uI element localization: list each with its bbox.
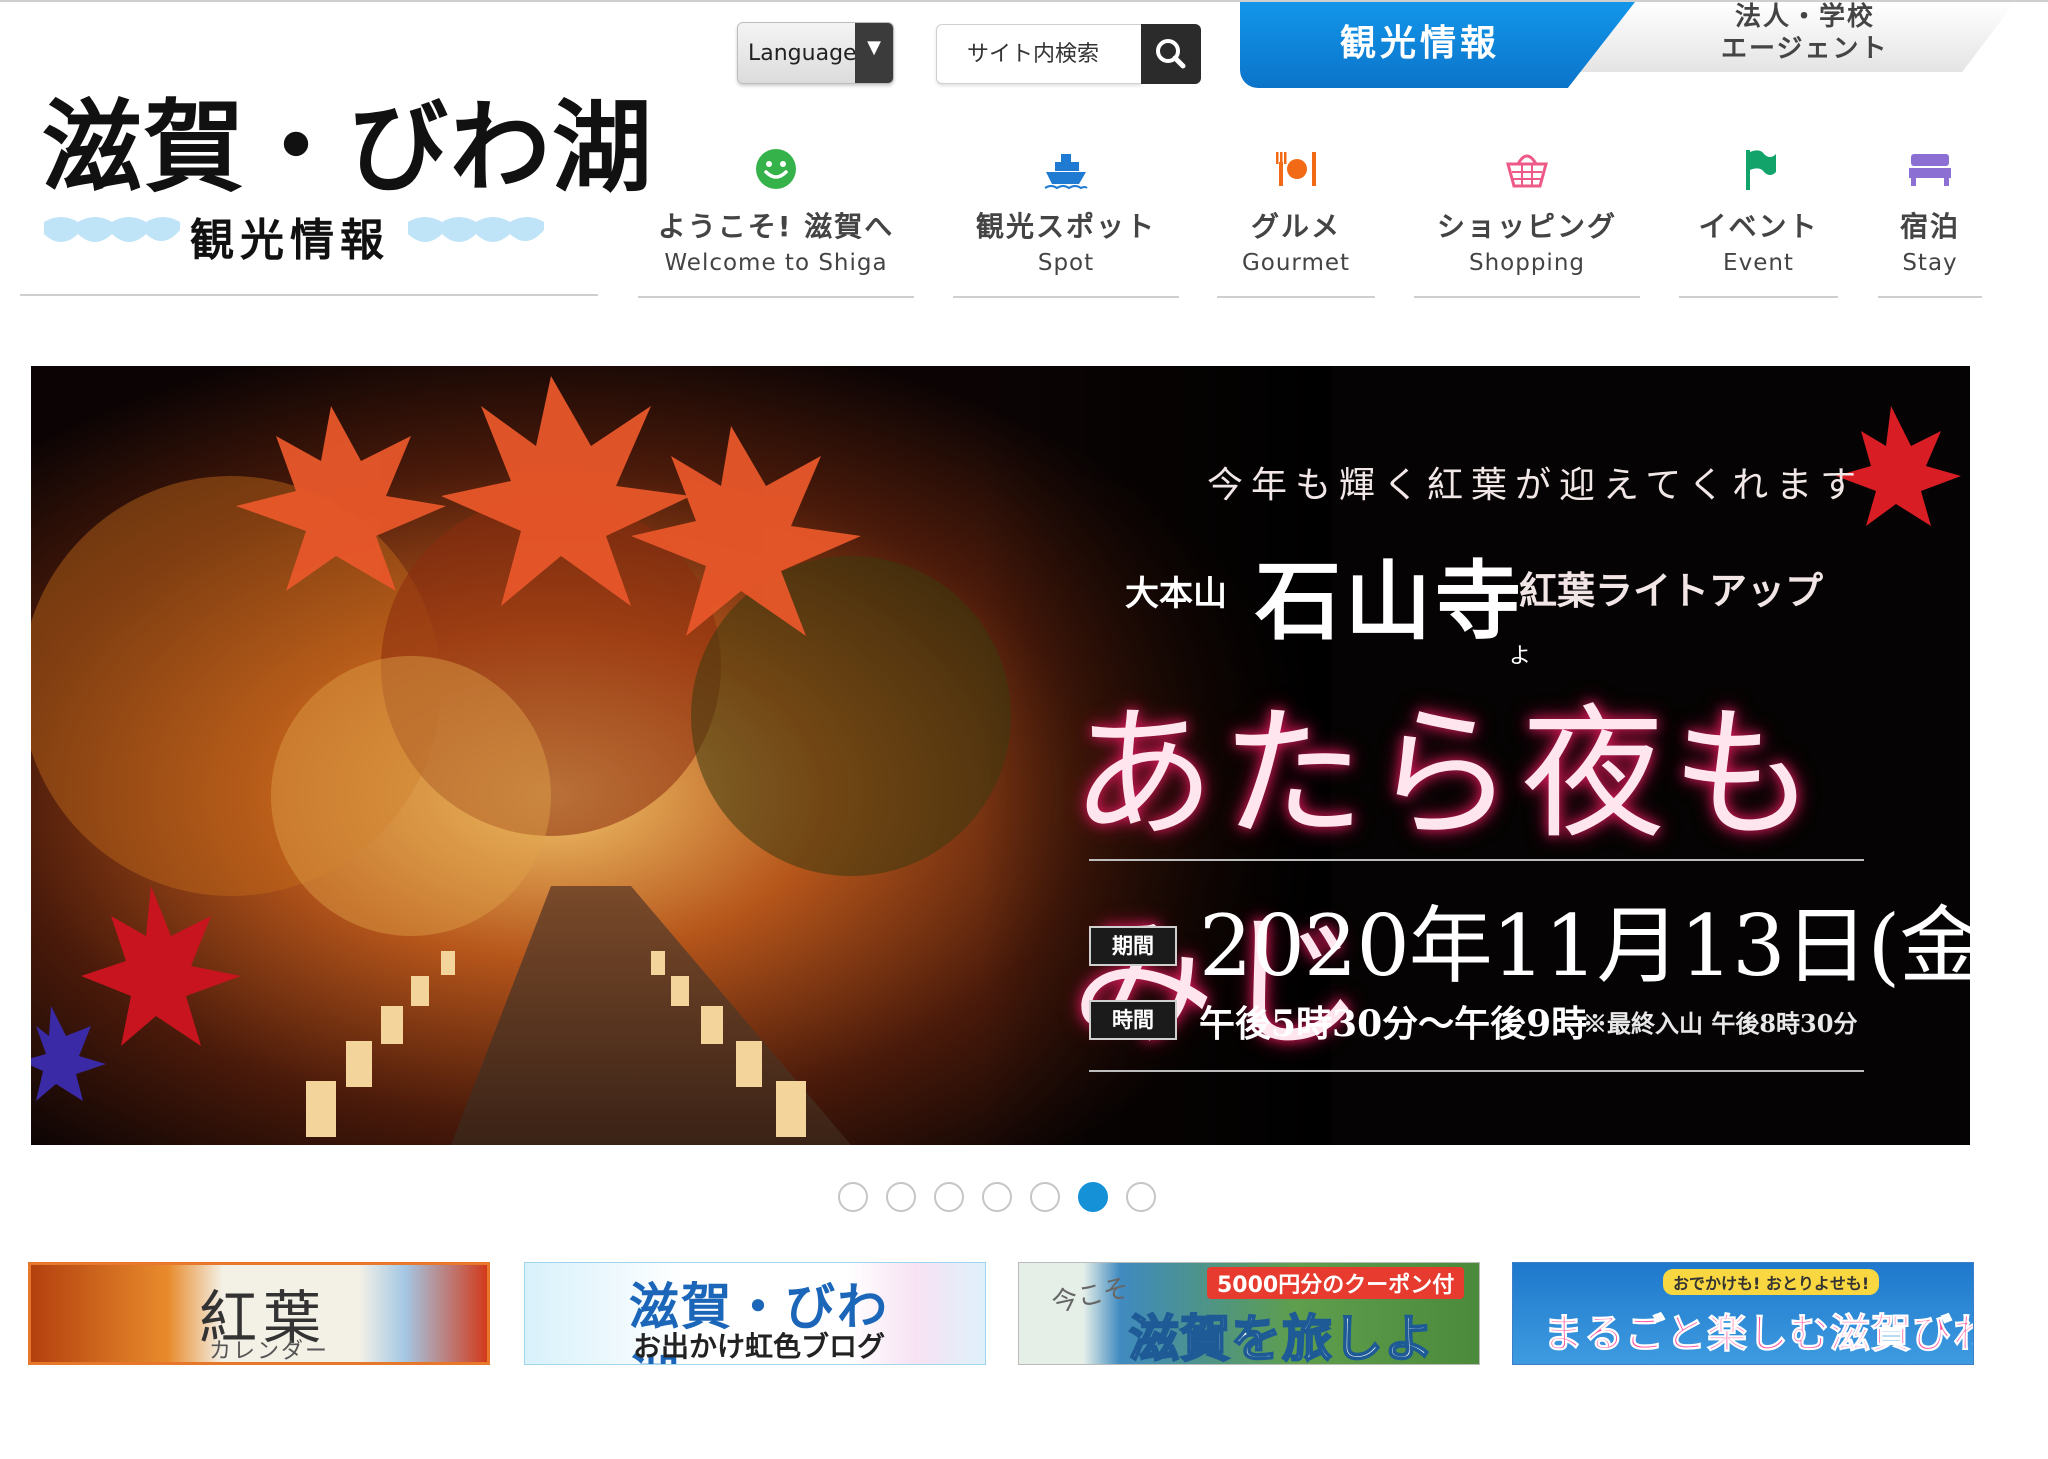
banner-title: 滋賀を旅しよう [1128,1309,1435,1365]
banner-travel-coupon[interactable]: 今こそ 5000円分のクーポン付 滋賀を旅しよう [1018,1262,1480,1365]
nav-item-spot[interactable]: 観光スポット Spot [953,140,1179,298]
language-select[interactable]: Language ▼ [737,22,894,84]
dropdown-arrow-icon: ▼ [855,23,893,83]
banner-subtitle: お出かけ虹色ブログ [633,1330,886,1363]
top-rule [0,0,2048,2]
nav-label-jp: グルメ [1250,210,1341,243]
ship-icon [1044,154,1088,190]
tab-tourism-label: 観光情報 [1340,23,1501,64]
carousel-dot[interactable] [1126,1182,1156,1212]
lightup-label: 紅葉ライトアップ [1519,568,1824,613]
carousel-dot[interactable] [1030,1182,1060,1212]
temple-prefix: 大本山 [1125,574,1227,614]
bed-icon [1909,154,1951,186]
nav-label-en: Welcome to Shiga [664,250,888,276]
banner-koyo-calendar[interactable]: 紅葉 カレンダー [28,1262,490,1365]
nav-item-stay[interactable]: 宿泊 Stay [1878,140,1982,298]
tab-corporate[interactable]: 法人・学校 エージェント [1575,2,2015,72]
tab-corporate-line2: エージェント [1721,34,1889,64]
logo-main-text: 滋賀・びわ湖 [42,88,654,206]
carousel-dot[interactable] [982,1182,1012,1212]
carousel-dot[interactable] [886,1182,916,1212]
hero-catchphrase: 今年も輝く紅葉が迎えてくれます [1207,465,1865,506]
nav-item-shopping[interactable]: ショッピング Shopping [1414,140,1640,298]
nav-label-jp: イベント [1698,210,1819,243]
nav-label-en: Shopping [1468,250,1585,276]
nav-underline [1679,296,1838,298]
search-button[interactable] [1141,24,1201,84]
time-note: ※最終入山 午後8時30分 [1583,1009,1858,1038]
tab-tourism[interactable]: 観光情報 [1240,2,1635,88]
time-label: 時間 [1089,1000,1177,1040]
nav-label-en: Spot [1037,250,1095,276]
time-text: 午後5時30分～午後9時 [1199,1003,1588,1045]
flag-icon [1745,150,1776,190]
nav-underline [1217,296,1375,298]
carousel-dot[interactable] [934,1182,964,1212]
nav-underline [638,296,914,298]
hero-slide[interactable]: 今年も輝く紅葉が迎えてくれます 大本山 石山寺 紅葉ライトアップ よ あたら夜も… [31,366,1970,1145]
period-text: 2020年11月13日(金)~29日(日) [1199,897,1970,995]
nav-item-event[interactable]: イベント Event [1679,140,1838,298]
banner-ribbon: おでかけも! おとりよせも! [1663,1269,1880,1295]
fork-knife-icon [1276,152,1316,186]
nav-underline [1878,296,1982,298]
search-icon [1156,39,1186,69]
nav-label-en: Event [1723,250,1794,276]
nav-label-en: Gourmet [1241,250,1351,276]
nav-label-jp: ショッピング [1436,210,1617,243]
temple-name: 石山寺 [1255,551,1525,652]
banner-kicker: 今こそ [1049,1273,1132,1319]
site-logo[interactable]: 滋賀・びわ湖 観光情報 [30,92,652,266]
banner-marugoto[interactable]: おでかけも! おとりよせも! まるごと楽しむ滋賀びわ湖 [1512,1262,1974,1365]
site-search [936,24,1201,84]
nav-underline [1414,296,1640,298]
nav-item-welcome[interactable]: ようこそ! 滋賀へ Welcome to Shiga [638,140,914,298]
banner-rainbow-blog[interactable]: 滋賀・びわ湖。 お出かけ虹色ブログ [524,1262,986,1365]
hero-text-block: 今年も輝く紅葉が迎えてくれます 大本山 石山寺 紅葉ライトアップ よ あたら夜も… [31,366,1970,1145]
logo-divider [20,294,598,296]
nav-label-jp: 観光スポット [975,210,1156,243]
nav-label-jp: ようこそ! 滋賀へ [657,210,895,243]
banner-title: まるごと楽しむ滋賀びわ湖 [1543,1311,1974,1358]
search-input[interactable] [936,24,1141,84]
nav-label-jp: 宿泊 [1899,210,1960,243]
period-label: 期間 [1089,926,1177,966]
nav-item-gourmet[interactable]: グルメ Gourmet [1217,140,1375,298]
language-label: Language [748,41,857,66]
logo-sub-text: 観光情報 [190,215,390,266]
nav-label-en: Stay [1902,250,1958,276]
hero-divider-bottom [1089,1070,1864,1072]
smiley-icon [756,149,796,189]
hero-divider-top [1089,859,1864,861]
carousel-dot[interactable] [838,1182,868,1212]
banner-subtitle: カレンダー [209,1339,330,1364]
basket-icon [1506,154,1548,188]
carousel-dot-active[interactable] [1078,1182,1108,1212]
banner-coupon-badge: 5000円分のクーポン付 [1207,1267,1465,1299]
nav-underline [953,296,1179,298]
